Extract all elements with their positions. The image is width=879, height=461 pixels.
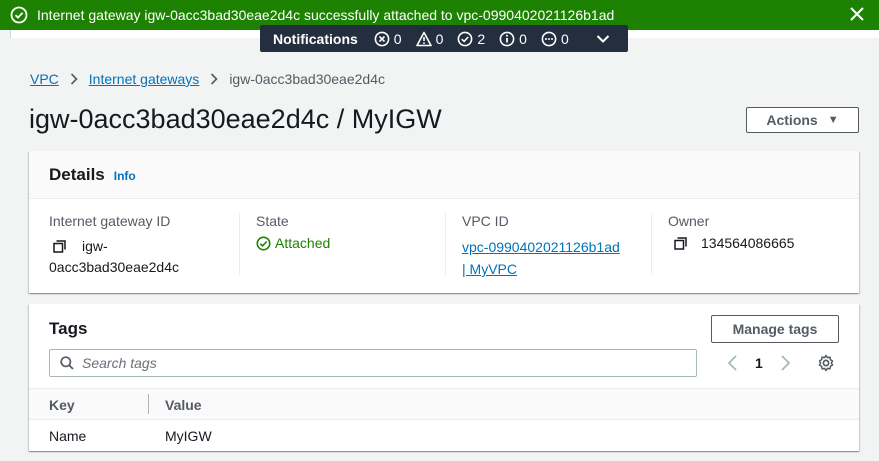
vpc-id-label: VPC ID xyxy=(462,213,509,229)
actions-label: Actions xyxy=(766,112,818,128)
igw-id-field: Internet gateway ID igw- 0acc3bad30eae2d… xyxy=(49,213,239,275)
vpc-id-link[interactable]: vpc-0990402021126b1ad | MyVPC xyxy=(462,236,651,280)
error-icon xyxy=(374,31,390,46)
pending-icon xyxy=(541,31,557,46)
column-header-key[interactable]: Key xyxy=(49,397,75,413)
search-box[interactable] xyxy=(49,349,697,377)
copy-icon[interactable] xyxy=(53,240,66,253)
status-check-icon xyxy=(256,236,271,250)
warning-count[interactable]: 0 xyxy=(415,30,444,47)
success-count-value: 2 xyxy=(477,30,486,47)
column-header-value[interactable]: Value xyxy=(165,397,202,413)
tags-panel: Tags Manage tags 1 Key Value Name MyIGW xyxy=(29,304,859,451)
table-row: Name MyIGW xyxy=(29,424,859,448)
page-number[interactable]: 1 xyxy=(755,355,763,371)
details-header: Details Info xyxy=(29,151,859,199)
state-field: State Attached xyxy=(239,213,445,275)
pending-count[interactable]: 0 xyxy=(541,31,569,47)
success-icon xyxy=(457,31,473,46)
tags-title: Tags xyxy=(49,319,88,338)
error-count[interactable]: 0 xyxy=(374,31,402,47)
gear-icon[interactable] xyxy=(817,354,835,372)
breadcrumb-internet-gateways[interactable]: Internet gateways xyxy=(89,71,200,87)
info-link[interactable]: Info xyxy=(114,169,136,183)
warning-count-value: 0 xyxy=(435,30,444,47)
notifications-title: Notifications xyxy=(273,30,358,47)
igw-id-value-line1: igw- xyxy=(82,238,108,254)
igw-id-value-line2: 0acc3bad30eae2d4c xyxy=(49,259,180,275)
info-icon xyxy=(499,31,515,46)
manage-tags-button[interactable]: Manage tags xyxy=(711,315,839,343)
vpc-id-link-line2: | MyVPC xyxy=(462,261,517,277)
state-label: State xyxy=(256,213,289,229)
pagination: 1 xyxy=(725,353,793,373)
search-input[interactable] xyxy=(82,355,682,371)
owner-value: 134564086665 xyxy=(701,235,795,251)
actions-button[interactable]: Actions ▼ xyxy=(746,107,859,133)
info-count[interactable]: 0 xyxy=(499,31,527,47)
details-panel: Details Info Internet gateway ID igw- 0a… xyxy=(29,151,859,293)
tag-key: Name xyxy=(49,428,87,444)
owner-label: Owner xyxy=(668,213,710,229)
notifications-bar[interactable]: Notifications 0 0 2 0 0 xyxy=(260,25,628,52)
info-count-value: 0 xyxy=(519,30,527,47)
igw-id-label: Internet gateway ID xyxy=(49,213,171,229)
chevron-right-icon xyxy=(70,73,78,85)
copy-icon[interactable] xyxy=(674,236,687,250)
flash-message: Internet gateway igw-0acc3bad30eae2d4c s… xyxy=(37,7,615,23)
close-icon[interactable] xyxy=(847,4,867,24)
warning-icon xyxy=(415,31,432,46)
search-icon xyxy=(60,356,74,370)
vpc-id-link-line1: vpc-0990402021126b1ad xyxy=(462,239,620,255)
success-count[interactable]: 2 xyxy=(457,31,485,47)
chevron-right-icon xyxy=(211,73,218,85)
page-title: igw-0acc3bad30eae2d4c / MyIGW xyxy=(29,104,442,134)
chevron-left-icon[interactable] xyxy=(725,353,741,373)
details-title: Details xyxy=(49,164,105,184)
state-value: Attached xyxy=(275,235,331,251)
success-check-icon xyxy=(10,6,28,24)
pending-count-value: 0 xyxy=(560,30,569,47)
breadcrumb-current: igw-0acc3bad30eae2d4c xyxy=(229,71,385,87)
chevron-right-icon[interactable] xyxy=(777,353,793,373)
vpc-id-field: VPC ID vpc-0990402021126b1ad | MyVPC xyxy=(445,213,651,277)
breadcrumb: VPC Internet gateways igw-0acc3bad30eae2… xyxy=(30,71,385,87)
table-header: Key Value xyxy=(29,388,859,420)
breadcrumb-vpc[interactable]: VPC xyxy=(30,71,59,87)
error-count-value: 0 xyxy=(393,30,402,47)
column-divider[interactable] xyxy=(148,394,149,414)
tag-value: MyIGW xyxy=(165,428,212,444)
caret-down-icon: ▼ xyxy=(827,114,839,126)
owner-field: Owner 134564086665 xyxy=(651,213,851,275)
chevron-down-icon[interactable] xyxy=(595,31,611,47)
